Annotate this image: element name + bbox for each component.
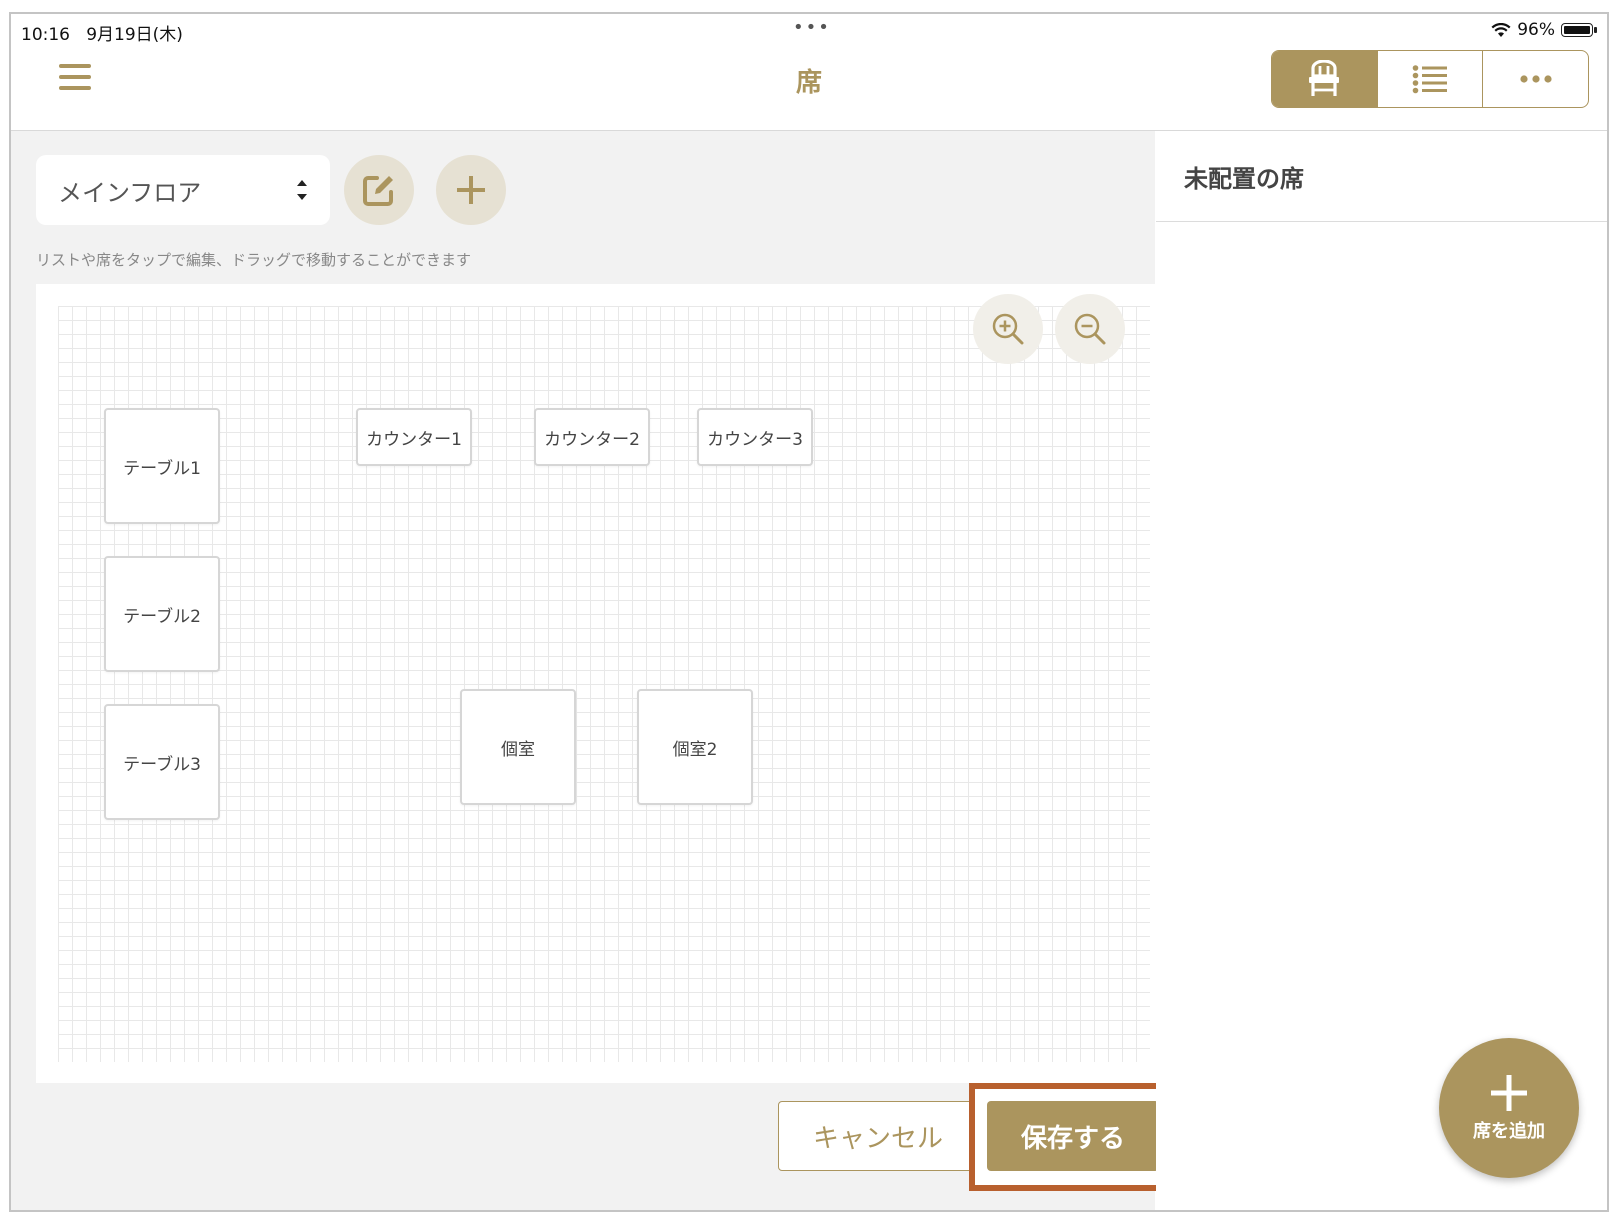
unplaced-seats-title: 未配置の席 [1184, 165, 1304, 193]
add-seat-button[interactable]: 席を追加 [1439, 1038, 1579, 1178]
header-bar: 席 [11, 46, 1607, 131]
floor-editor: メインフロア リストや席をタップで編集、ドラッグで移動することができます テーブ… [11, 131, 1163, 1210]
seat-table-1[interactable]: テーブル1 [104, 408, 220, 524]
save-button[interactable]: 保存する [987, 1101, 1159, 1171]
select-arrows-icon [297, 180, 307, 200]
instruction-hint: リストや席をタップで編集、ドラッグで移動することができます [36, 251, 472, 269]
plus-icon [457, 176, 485, 204]
status-date: 9月19日(木) [86, 25, 183, 45]
battery-percent: 96% [1517, 20, 1555, 40]
plus-icon [1491, 1075, 1527, 1111]
zoom-out-button[interactable] [1055, 294, 1125, 364]
app-window: 10:16 9月19日(木) ••• 96% 席 メインフロア リストや席をタッ… [9, 12, 1609, 1212]
zoom-in-button[interactable] [973, 294, 1043, 364]
status-bar: 10:16 9月19日(木) ••• 96% [11, 14, 1607, 46]
floor-canvas[interactable]: テーブル1 テーブル2 テーブル3 カウンター1 カウンター2 カウンター3 個… [36, 284, 1163, 1083]
segment-list-view[interactable] [1378, 51, 1484, 107]
divider [1156, 221, 1607, 222]
status-time: 10:16 [21, 25, 70, 45]
seat-table-3[interactable]: テーブル3 [104, 704, 220, 820]
multitask-dots[interactable]: ••• [793, 17, 831, 38]
chair-icon [1309, 60, 1340, 96]
add-seat-label: 席を追加 [1473, 1121, 1545, 1142]
edit-icon [363, 176, 393, 206]
add-floor-button[interactable] [436, 155, 506, 225]
seat-counter-1[interactable]: カウンター1 [356, 408, 472, 466]
zoom-in-icon [992, 313, 1024, 345]
segment-layout-view[interactable] [1272, 51, 1378, 107]
list-icon [1412, 65, 1447, 94]
seat-counter-2[interactable]: カウンター2 [534, 408, 650, 466]
more-icon [1520, 75, 1552, 83]
floor-select[interactable]: メインフロア [36, 155, 330, 225]
battery-icon [1561, 23, 1597, 37]
view-segmented-control [1271, 50, 1589, 108]
wifi-icon [1491, 22, 1511, 37]
seat-table-2[interactable]: テーブル2 [104, 556, 220, 672]
seat-private-room-1[interactable]: 個室 [460, 689, 576, 805]
seat-private-room-2[interactable]: 個室2 [637, 689, 753, 805]
segment-more[interactable] [1483, 51, 1588, 107]
seat-counter-3[interactable]: カウンター3 [697, 408, 813, 466]
cancel-button[interactable]: キャンセル [778, 1101, 978, 1171]
floor-select-value: メインフロア [58, 178, 202, 207]
zoom-out-icon [1074, 313, 1106, 345]
edit-floor-button[interactable] [344, 155, 414, 225]
